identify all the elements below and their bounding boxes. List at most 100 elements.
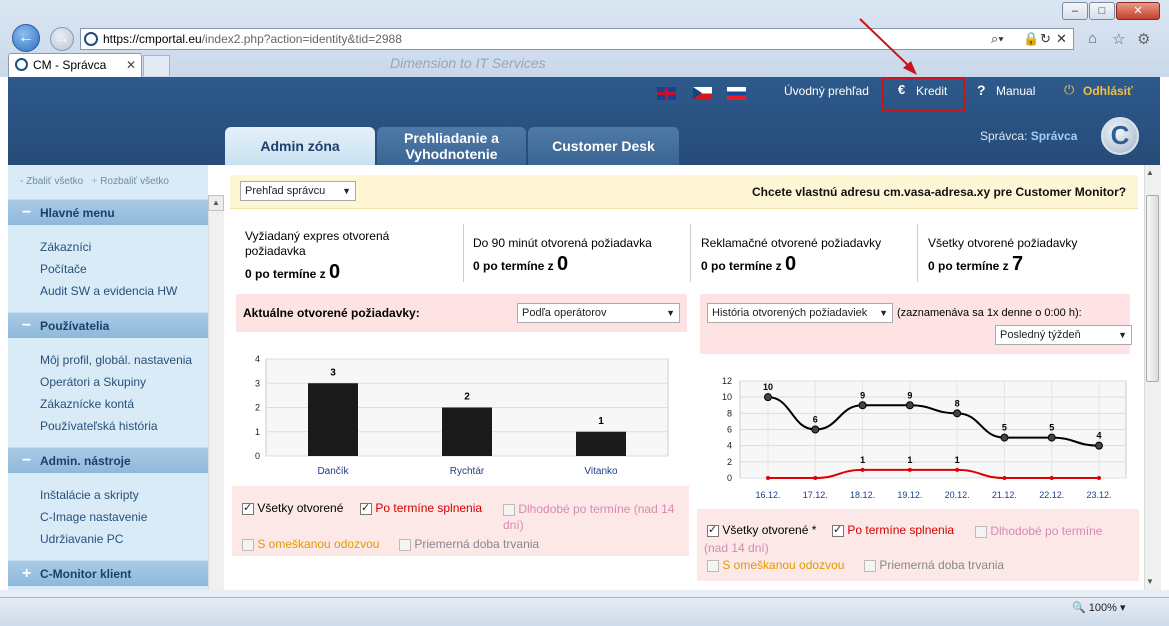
data-label: 1	[907, 455, 912, 465]
tab-close-icon[interactable]: ✕	[126, 54, 136, 76]
expand-all-link[interactable]: Rozbaliť všetko	[100, 176, 169, 187]
divider	[463, 224, 464, 282]
chevron-down-icon: ▼	[879, 308, 888, 318]
checkbox-checked[interactable]	[360, 501, 372, 515]
tab-customer-desk[interactable]: Customer Desk	[528, 127, 679, 165]
data-label: 10	[763, 382, 773, 392]
favorites-star-icon[interactable]: ☆	[1112, 30, 1125, 48]
tab-browse-evaluate[interactable]: Prehliadanie a Vyhodnotenie	[377, 127, 526, 165]
zoom-control[interactable]: 🔍 100% ▾	[1072, 601, 1125, 614]
sidebar-item-audit[interactable]: Audit SW a evidencia HW	[40, 284, 177, 298]
group-by-select[interactable]: Podľa operátorov ▼	[517, 303, 680, 323]
legend-late-response[interactable]: S omeškanou odozvou	[707, 558, 844, 572]
bar	[442, 407, 492, 456]
data-label: 9	[907, 390, 912, 400]
sidebar-scroll-up-button[interactable]: ▲	[208, 195, 224, 211]
page-scrollbar-thumb[interactable]	[1146, 195, 1159, 382]
sidebar-item-profile[interactable]: Môj profil, globál. nastavenia	[40, 353, 192, 367]
checkbox-unchecked[interactable]	[242, 538, 254, 551]
sidebar-section-cmonitor[interactable]: + C-Monitor klient	[8, 560, 208, 586]
x-tick-label: 20.12.	[945, 490, 970, 500]
home-icon[interactable]: ⌂	[1088, 30, 1097, 47]
maximize-button[interactable]: □	[1089, 2, 1115, 20]
sidebar-item-installations[interactable]: Inštalácie a skripty	[40, 488, 139, 502]
flag-slovak-icon[interactable]	[727, 87, 746, 100]
new-tab-button[interactable]	[143, 55, 170, 76]
browser-tab[interactable]: CM - Správca ✕	[8, 53, 142, 77]
stat-count: 0	[785, 253, 797, 275]
user-label: Správca:	[980, 129, 1028, 143]
checkbox-unchecked[interactable]	[503, 503, 515, 516]
tab-admin-zone[interactable]: Admin zóna	[225, 127, 375, 165]
stat-count: 0	[329, 261, 341, 283]
sidebar-section-users[interactable]: − Používatelia	[8, 312, 208, 338]
checkbox-unchecked[interactable]	[864, 559, 876, 572]
user-name: Správca	[1030, 129, 1078, 143]
view-select[interactable]: Prehľad správcu ▼	[240, 181, 356, 201]
stop-icon[interactable]: ✕	[1056, 31, 1067, 47]
data-point	[1047, 433, 1056, 442]
checkbox-unchecked[interactable]	[975, 525, 987, 538]
nav-manual-link[interactable]: Manual	[996, 84, 1035, 98]
sidebar-item-user-history[interactable]: Používateľská história	[40, 419, 158, 433]
flag-czech-icon[interactable]	[693, 87, 712, 100]
forward-button[interactable]: →	[50, 27, 74, 51]
sidebar-item-cimage[interactable]: C-Image nastavenie	[40, 510, 147, 524]
x-tick-label: 16.12.	[755, 490, 780, 500]
status-bar	[0, 597, 1169, 626]
url-host: https://cmportal.eu	[103, 32, 202, 46]
sidebar-item-maintenance[interactable]: Udržiavanie PC	[40, 532, 123, 546]
stat-prefix: 0 po termíne z	[928, 259, 1009, 273]
checkbox-unchecked[interactable]	[707, 559, 719, 572]
scroll-up-arrow-icon[interactable]: ▲	[1146, 168, 1154, 177]
sidebar-scrollbar[interactable]	[208, 195, 224, 590]
zoom-level: 100%	[1088, 602, 1117, 614]
promo-text[interactable]: Chcete vlastnú adresu cm.vasa-adresa.xy …	[752, 185, 1126, 199]
search-icon[interactable]: ⌕▾	[991, 31, 1004, 47]
refresh-icon[interactable]: ↻	[1040, 31, 1051, 47]
scroll-down-arrow-icon[interactable]: ▼	[1146, 577, 1154, 586]
help-icon: ?	[977, 82, 986, 98]
y-tick-label: 10	[722, 392, 732, 402]
sidebar-section-admin-tools[interactable]: − Admin. nástroje	[8, 447, 208, 473]
chevron-down-icon: ▼	[1118, 330, 1127, 340]
y-tick-label: 8	[727, 408, 732, 418]
sidebar-item-operators[interactable]: Operátori a Skupiny	[40, 375, 146, 389]
sidebar-item-customers[interactable]: Zákazníci	[40, 240, 91, 254]
data-point	[907, 467, 912, 472]
legend-overdue[interactable]: Po termíne splnenia	[360, 501, 482, 515]
period-select[interactable]: Posledný týždeň ▼	[995, 325, 1132, 345]
legend-late-response[interactable]: S omeškanou odozvou	[242, 537, 379, 551]
data-label: 9	[860, 390, 865, 400]
sidebar-item-customer-accounts[interactable]: Zákaznícke kontá	[40, 397, 134, 411]
legend-avg-duration[interactable]: Priemerná doba trvania	[864, 558, 1004, 572]
legend-label: Po termíne splnenia	[375, 501, 483, 515]
close-window-button[interactable]: ✕	[1116, 2, 1160, 20]
legend-label: Dlhodobé po termíne (nad 14 dní)	[503, 502, 675, 532]
legend-label: Priemerná doba trvania	[879, 558, 1005, 572]
divider	[917, 224, 918, 282]
checkbox-checked[interactable]	[242, 501, 254, 515]
back-button[interactable]: ←	[12, 24, 40, 52]
legend-long-overdue[interactable]: Dlhodobé po termíne (nad 14 dní)	[704, 523, 1124, 557]
flag-english-icon[interactable]	[657, 87, 676, 100]
legend-long-overdue[interactable]: Dlhodobé po termíne (nad 14 dní)	[503, 501, 678, 533]
collapse-all-link[interactable]: Zbaliť všetko	[26, 176, 83, 187]
sidebar-item-computers[interactable]: Počítače	[40, 262, 87, 276]
sidebar-section-main[interactable]: − Hlavné menu	[8, 199, 208, 225]
data-label: 4	[1096, 431, 1101, 441]
bar-chart: 0 1 2 3 4 3 Dančík 2 Rychtár 1 Vitanko	[255, 354, 669, 477]
checkbox-unchecked[interactable]	[399, 538, 411, 551]
history-select[interactable]: História otvorených požiadaviek ▼	[707, 303, 893, 323]
nav-overview-link[interactable]: Úvodný prehľad	[784, 84, 869, 98]
legend-all-open[interactable]: Všetky otvorené	[242, 501, 343, 515]
stat-prefix: 0 po termíne z	[473, 259, 554, 273]
sidebar-section-title: C-Monitor klient	[40, 567, 132, 581]
minimize-button[interactable]: –	[1062, 2, 1088, 20]
logout-link[interactable]: Odhlásiť	[1083, 84, 1133, 98]
lock-icon[interactable]: 🔒	[1023, 31, 1039, 47]
sidebar-section-title: Admin. nástroje	[40, 454, 131, 468]
legend-avg-duration[interactable]: Priemerná doba trvania	[399, 537, 539, 551]
y-tick-label: 4	[727, 441, 732, 451]
gear-icon[interactable]: ⚙	[1137, 30, 1150, 48]
